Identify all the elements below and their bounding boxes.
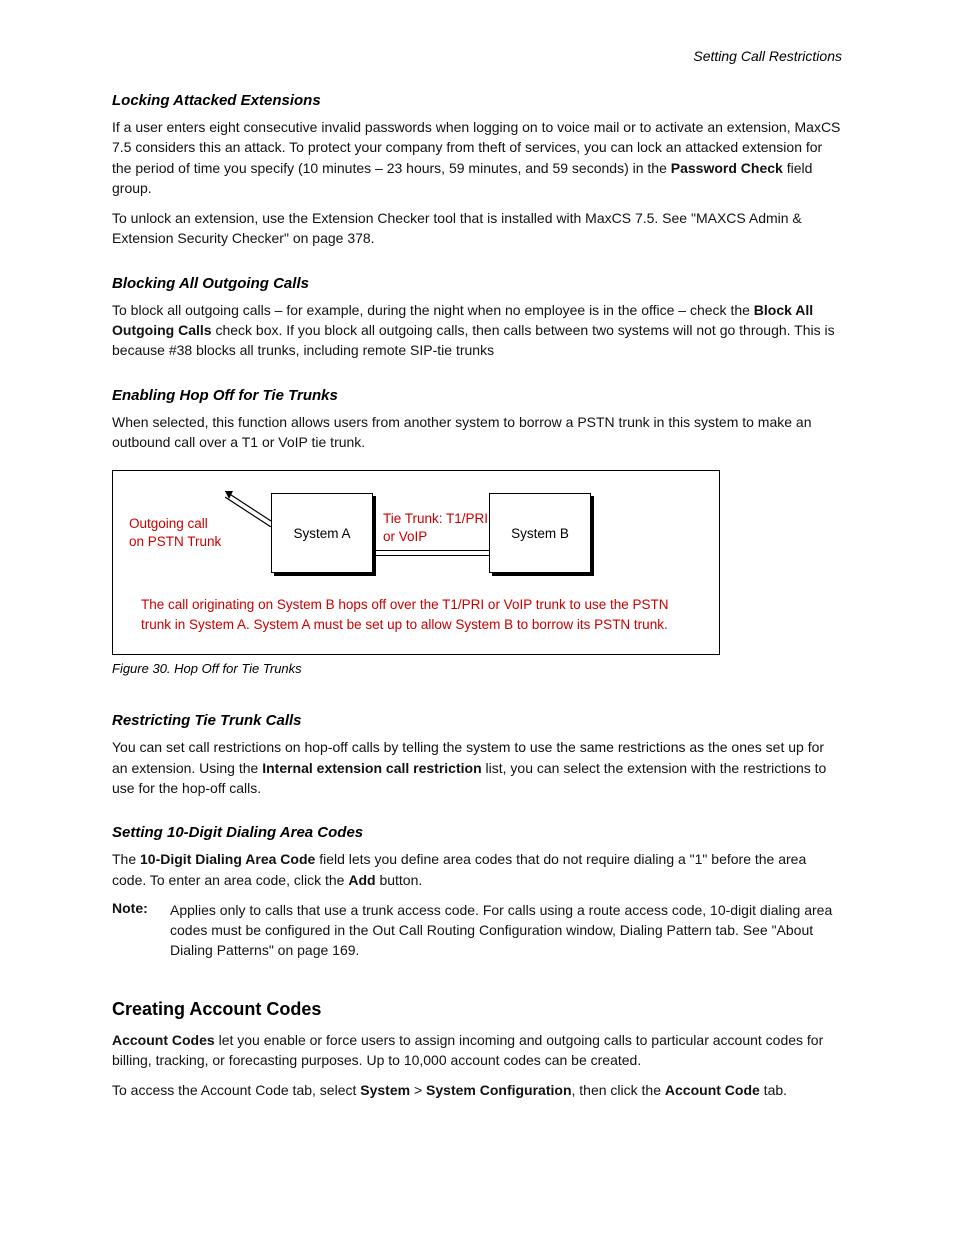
- text: button.: [376, 872, 423, 888]
- para-account-2: To access the Account Code tab, select S…: [112, 1080, 842, 1100]
- heading-restrict: Restricting Tie Trunk Calls: [112, 712, 842, 729]
- text: To block all outgoing calls – for exampl…: [112, 302, 754, 318]
- para-hopoff-1: When selected, this function allows user…: [112, 412, 842, 453]
- figure-outgoing-label: Outgoing call on PSTN Trunk: [129, 515, 225, 551]
- heading-hopoff: Enabling Hop Off for Tie Trunks: [112, 387, 842, 404]
- figure-box-system-b: System B: [489, 493, 591, 573]
- text: To access the Account Code tab, select: [112, 1082, 360, 1098]
- figure-hopoff: Outgoing call on PSTN Trunk System A Tie…: [112, 470, 720, 655]
- para-lock-1: If a user enters eight consecutive inval…: [112, 117, 842, 198]
- text: The: [112, 851, 140, 867]
- figure-label: Figure 30. Hop Off for Tie Trunks: [112, 661, 842, 676]
- text: tab.: [760, 1082, 787, 1098]
- note-body: Applies only to calls that use a trunk a…: [170, 900, 842, 961]
- menu-system: System: [360, 1082, 410, 1098]
- heading-tendigit: Setting 10-Digit Dialing Area Codes: [112, 824, 842, 841]
- text: let you enable or force users to assign …: [112, 1032, 823, 1068]
- heading-account-codes: Creating Account Codes: [112, 999, 842, 1020]
- heading-locking: Locking Attacked Extensions: [112, 92, 842, 109]
- figure-tie-trunk-label: Tie Trunk: T1/PRI or VoIP: [373, 510, 489, 546]
- label-10digit: 10-Digit Dialing Area Code: [140, 851, 315, 867]
- menu-system-config: System Configuration: [426, 1082, 571, 1098]
- running-head: Setting Call Restrictions: [112, 48, 842, 64]
- para-restrict-1: You can set call restrictions on hop-off…: [112, 737, 842, 798]
- label-password-check: Password Check: [671, 160, 783, 176]
- label-account-codes: Account Codes: [112, 1032, 215, 1048]
- label-add-button-ref: Add: [348, 872, 375, 888]
- figure-box-system-a: System A: [271, 493, 373, 573]
- figure-mid: Tie Trunk: T1/PRI or VoIP: [373, 510, 489, 556]
- para-account-1: Account Codes let you enable or force us…: [112, 1030, 842, 1071]
- note-label: Note:: [112, 900, 156, 961]
- tie-trunk-line-icon: [373, 550, 489, 556]
- heading-block-outgoing: Blocking All Outgoing Calls: [112, 275, 842, 292]
- label-internal-ext: Internal extension call restriction: [262, 760, 481, 776]
- text: >: [410, 1082, 426, 1098]
- note-block: Note: Applies only to calls that use a t…: [112, 900, 842, 961]
- tab-account-code: Account Code: [665, 1082, 760, 1098]
- figure-row: Outgoing call on PSTN Trunk System A Tie…: [129, 493, 703, 573]
- arrow-tail-icon: [225, 491, 271, 527]
- text: check box. If you block all outgoing cal…: [112, 322, 835, 358]
- figure-caption: The call originating on System B hops of…: [129, 595, 703, 634]
- para-block-1: To block all outgoing calls – for exampl…: [112, 300, 842, 361]
- text: , then click the: [572, 1082, 665, 1098]
- para-lock-2: To unlock an extension, use the Extensio…: [112, 208, 842, 249]
- para-tendigit-1: The 10-Digit Dialing Area Code field let…: [112, 849, 842, 890]
